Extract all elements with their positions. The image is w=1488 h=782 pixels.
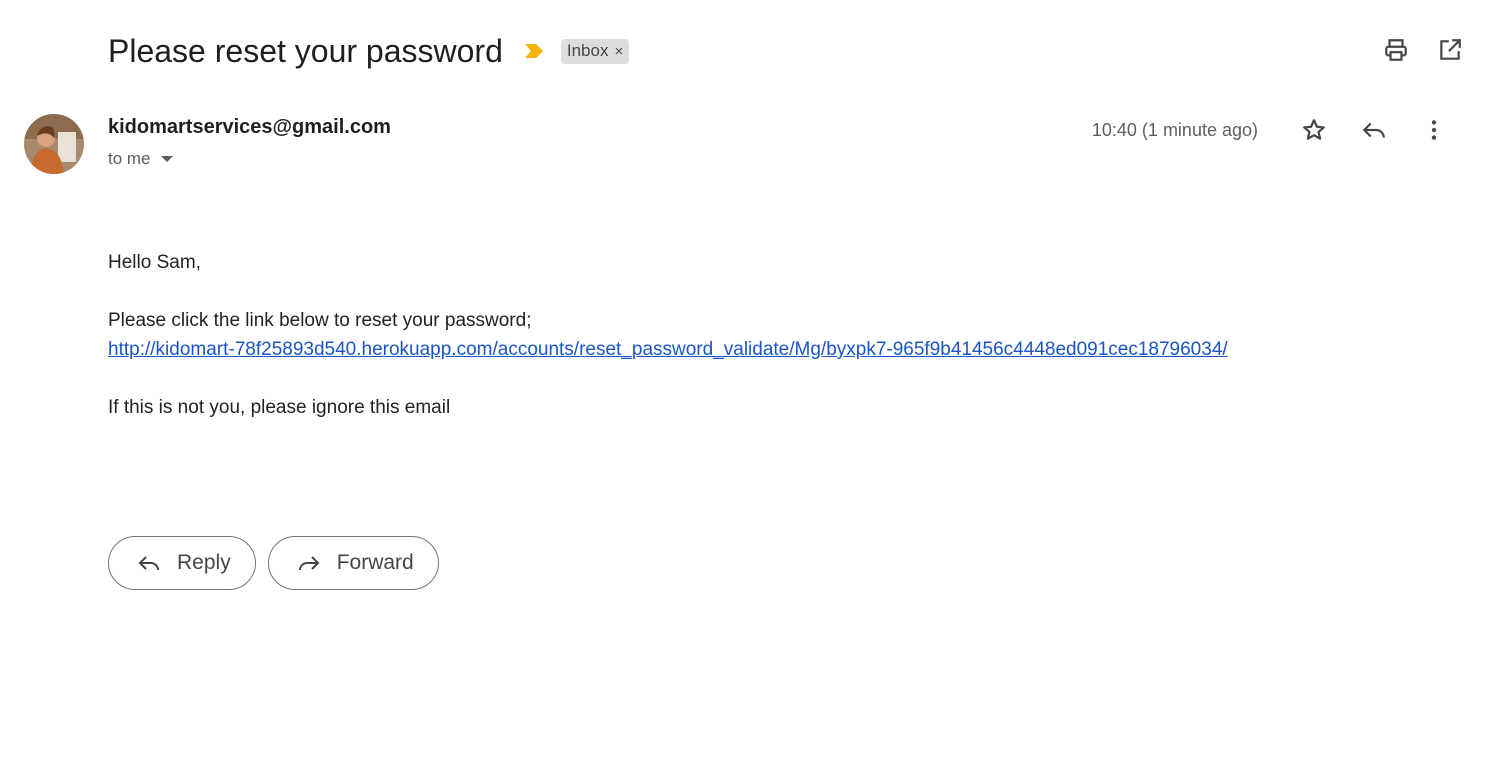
reset-password-link[interactable]: http://kidomart-78f25893d540.herokuapp.c… [108, 339, 1228, 360]
reply-button[interactable]: Reply [108, 536, 256, 590]
email-subject: Please reset your password [108, 32, 503, 69]
importance-marker-icon[interactable] [523, 43, 545, 59]
sender-email: kidomartservices@gmail.com [108, 116, 391, 138]
forward-label: Forward [336, 551, 414, 574]
inbox-label-chip: Inbox × [560, 38, 630, 64]
subject-row: Please reset your password Inbox × [108, 30, 630, 72]
email-view: Please reset your password Inbox × kidom… [0, 0, 1488, 782]
timestamp: 10:40 (1 minute ago) [1091, 119, 1258, 140]
reply-label: Reply [177, 551, 231, 574]
thread-actions [1382, 36, 1464, 64]
message-meta: 10:40 (1 minute ago) [1092, 114, 1464, 146]
forward-button[interactable]: Forward [267, 536, 439, 590]
reply-icon [138, 556, 159, 571]
chevron-down-icon [160, 156, 173, 162]
reply-actions: Reply Forward [108, 536, 439, 590]
label-text: Inbox [566, 41, 609, 60]
open-in-new-window-icon[interactable] [1436, 36, 1464, 64]
closing-text: If this is not you, please ignore this e… [108, 397, 451, 418]
reply-icon[interactable] [1350, 116, 1398, 144]
remove-label-icon[interactable]: × [614, 43, 623, 60]
recipient-text: to me [108, 149, 151, 168]
star-icon[interactable] [1290, 116, 1338, 144]
sender-avatar[interactable] [24, 114, 84, 174]
more-vertical-icon[interactable] [1410, 116, 1458, 144]
greeting: Hello Sam, [108, 252, 201, 273]
email-body: Hello Sam, Please click the link below t… [108, 248, 1408, 422]
instruction-text: Please click the link below to reset you… [108, 310, 532, 331]
forward-icon [298, 556, 320, 571]
recipient-toggle[interactable]: to me [108, 149, 173, 169]
print-icon[interactable] [1382, 36, 1410, 64]
